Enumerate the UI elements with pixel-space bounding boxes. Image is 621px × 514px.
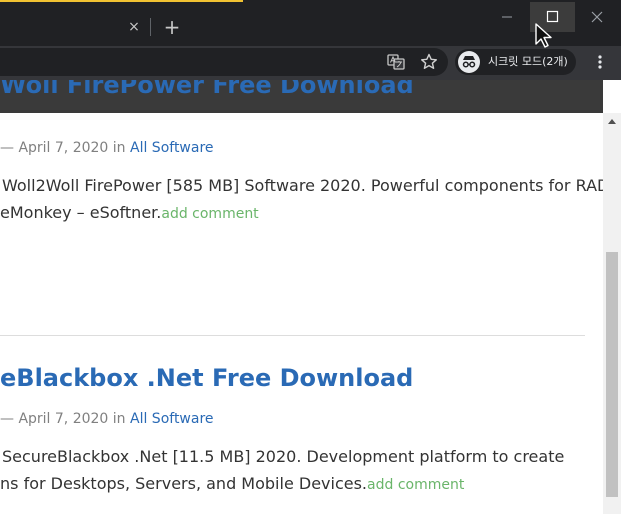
post-excerpt-line: eMonkey – eSoftner.add comment (0, 203, 259, 224)
tab-loading-accent (0, 0, 243, 2)
incognito-label: 시크릿 모드(2개) (488, 55, 568, 68)
site-header-strip: Woll FirePower Free Download (0, 80, 603, 113)
tab-close-icon[interactable]: × (127, 18, 141, 36)
kebab-menu-icon[interactable] (593, 52, 607, 72)
post-title-partial[interactable]: Woll FirePower Free Download (0, 80, 414, 100)
post-title[interactable]: eBlackbox .Net Free Download (0, 363, 413, 393)
post-excerpt-line: ns for Desktops, Servers, and Mobile Dev… (0, 474, 464, 495)
post-date: — April 7, 2020 in (0, 140, 130, 156)
post-meta: — April 7, 2020 in All Software (0, 139, 214, 157)
scroll-up-arrow-icon[interactable] (603, 113, 621, 131)
category-link[interactable]: All Software (130, 140, 214, 156)
post-divider (0, 335, 585, 336)
post-excerpt-line: Woll2Woll FirePower [585 MB] Software 20… (2, 176, 610, 195)
incognito-icon (458, 51, 480, 73)
post-date: — April 7, 2020 in (0, 411, 130, 427)
mouse-cursor-icon (534, 22, 556, 50)
minimize-icon[interactable] (498, 8, 516, 26)
scrollbar-thumb[interactable] (606, 252, 618, 497)
tab-separator (150, 18, 151, 36)
translate-icon[interactable] (386, 52, 406, 72)
window-close-icon[interactable] (585, 8, 609, 26)
post-excerpt-text: eMonkey – eSoftner. (0, 203, 162, 222)
add-comment-link[interactable]: add comment (161, 206, 258, 222)
post-excerpt-text: ns for Desktops, Servers, and Mobile Dev… (0, 474, 368, 493)
new-tab-plus-icon[interactable]: + (163, 16, 181, 38)
address-bar[interactable] (0, 48, 448, 76)
bookmark-star-icon[interactable] (419, 52, 439, 72)
post-excerpt-line: SecureBlackbox .Net [11.5 MB] 2020. Deve… (2, 447, 565, 466)
post-meta: — April 7, 2020 in All Software (0, 410, 214, 428)
add-comment-link[interactable]: add comment (367, 477, 464, 493)
category-link[interactable]: All Software (130, 411, 214, 427)
